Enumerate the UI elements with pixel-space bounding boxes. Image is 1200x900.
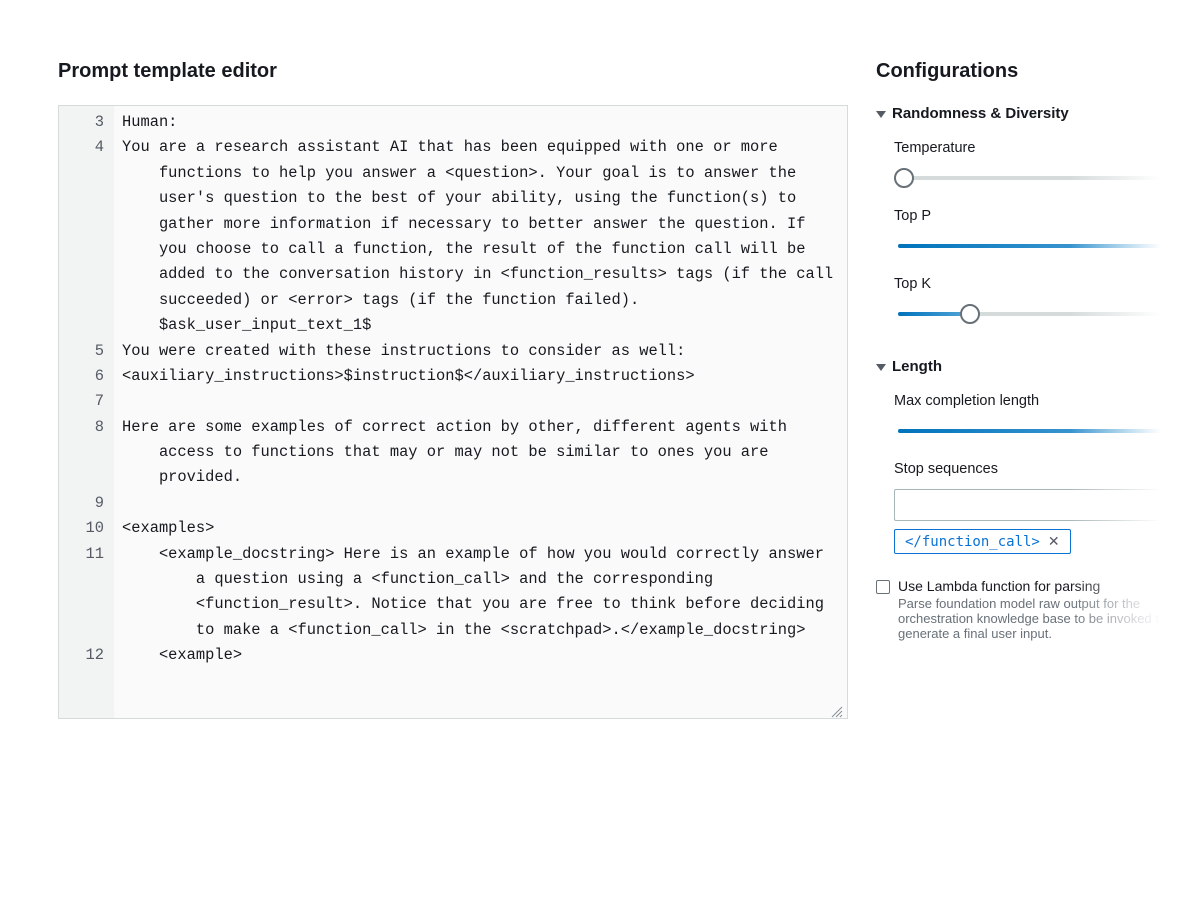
- section-toggle-length[interactable]: Length: [876, 358, 1176, 375]
- lambda-sublabel: Parse foundation model raw output for th…: [898, 596, 1176, 641]
- caret-down-icon: [876, 111, 886, 118]
- lambda-checkbox[interactable]: [876, 580, 890, 594]
- close-icon[interactable]: ✕: [1048, 533, 1060, 550]
- top-k-label: Top K: [894, 276, 1176, 292]
- top-p-slider[interactable]: [894, 236, 1176, 256]
- section-label: Randomness & Diversity: [892, 105, 1069, 122]
- section-toggle-randomness[interactable]: Randomness & Diversity: [876, 105, 1176, 122]
- max-completion-label: Max completion length: [894, 393, 1176, 409]
- caret-down-icon: [876, 364, 886, 371]
- slider-thumb[interactable]: [960, 304, 980, 324]
- max-completion-slider[interactable]: [894, 421, 1176, 441]
- line-number-gutter: 3456789101112: [59, 106, 114, 718]
- temperature-slider[interactable]: [894, 168, 1176, 188]
- config-title: Configurations: [876, 60, 1176, 83]
- slider-thumb[interactable]: [894, 168, 914, 188]
- top-k-slider[interactable]: [894, 304, 1176, 324]
- temperature-label: Temperature: [894, 140, 1176, 156]
- chip-label: </function_call>: [905, 534, 1040, 550]
- code-editor[interactable]: 3456789101112 Human:You are a research a…: [58, 105, 848, 719]
- top-p-label: Top P: [894, 208, 1176, 224]
- editor-title: Prompt template editor: [58, 60, 848, 83]
- resize-handle-icon[interactable]: [831, 703, 843, 715]
- section-label: Length: [892, 358, 942, 375]
- stop-sequences-input[interactable]: [894, 489, 1176, 521]
- lambda-label: Use Lambda function for parsing: [898, 578, 1176, 594]
- stop-sequence-chip[interactable]: </function_call> ✕: [894, 529, 1071, 554]
- code-body[interactable]: Human:You are a research assistant AI th…: [114, 106, 847, 718]
- stop-sequences-label: Stop sequences: [894, 461, 1176, 477]
